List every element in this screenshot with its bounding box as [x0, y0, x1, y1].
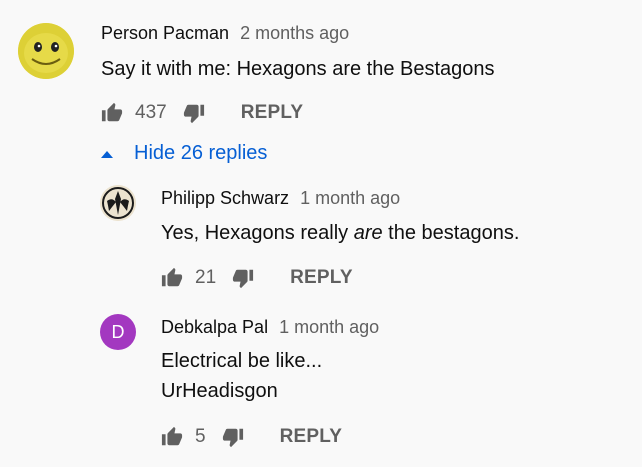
- hide-replies-label: Hide 26 replies: [134, 142, 268, 164]
- thumb-down-icon[interactable]: [222, 426, 244, 448]
- comment-actions: 437 REPLY: [101, 98, 303, 128]
- comment-timestamp[interactable]: 1 month ago: [300, 188, 400, 208]
- caret-up-icon: [101, 150, 113, 158]
- emblem-avatar-icon: [100, 185, 136, 221]
- comment-text-segment: the bestagons.: [382, 222, 520, 244]
- avatar[interactable]: [100, 185, 136, 221]
- thumb-down-icon[interactable]: [183, 102, 205, 124]
- comment-timestamp[interactable]: 1 month ago: [279, 317, 379, 337]
- thumb-up-icon[interactable]: [101, 102, 123, 124]
- comment-text-line: UrHeadisgon: [161, 380, 278, 402]
- avatar-letter: D: [111, 321, 125, 342]
- comment-thread: Person Pacman 2 months ago Say it with m…: [0, 0, 642, 140]
- comment-text: Say it with me: Hexagons are the Bestago…: [101, 54, 495, 84]
- comment-actions: 5 REPLY: [161, 422, 342, 452]
- comment-actions: 21 REPLY: [161, 263, 353, 293]
- avatar[interactable]: D: [100, 314, 136, 350]
- thumb-up-icon[interactable]: [161, 267, 183, 289]
- comment-text-line: Say it with me: Hexagons are the Bestago…: [101, 58, 495, 80]
- comment-text-line: Electrical be like...: [161, 350, 323, 372]
- reply-comment: D Debkalpa Pal 1 month ago Electrical be…: [0, 300, 642, 467]
- comment-timestamp[interactable]: 2 months ago: [240, 23, 349, 43]
- avatar[interactable]: [18, 23, 74, 79]
- reply-button[interactable]: REPLY: [280, 426, 343, 448]
- comment-author-line: Person Pacman 2 months ago: [101, 23, 349, 44]
- comment-author-name[interactable]: Person Pacman: [101, 23, 229, 43]
- hide-replies-toggle[interactable]: Hide 26 replies: [100, 142, 267, 165]
- thumb-down-icon[interactable]: [232, 267, 254, 289]
- comment-text-emphasis: are: [353, 222, 383, 244]
- comment-author-name[interactable]: Philipp Schwarz: [161, 188, 289, 208]
- reply-comment: Philipp Schwarz 1 month ago Yes, Hexagon…: [0, 170, 642, 305]
- like-count: 21: [195, 267, 217, 288]
- comment-text-segment: Yes, Hexagons really: [161, 222, 354, 244]
- comment-author-line: Philipp Schwarz 1 month ago: [161, 188, 400, 209]
- comment-author-name[interactable]: Debkalpa Pal: [161, 317, 268, 337]
- thumb-up-icon[interactable]: [161, 426, 183, 448]
- comment-text: Electrical be like... UrHeadisgon: [161, 346, 322, 406]
- reply-button[interactable]: REPLY: [241, 102, 304, 124]
- comment-text: Yes, Hexagons really are the bestagons.: [161, 218, 519, 248]
- like-count: 5: [195, 426, 206, 447]
- comment-author-line: Debkalpa Pal 1 month ago: [161, 317, 379, 338]
- like-count: 437: [135, 102, 167, 123]
- reply-button[interactable]: REPLY: [290, 267, 353, 289]
- pacman-face-avatar-icon: [18, 23, 74, 79]
